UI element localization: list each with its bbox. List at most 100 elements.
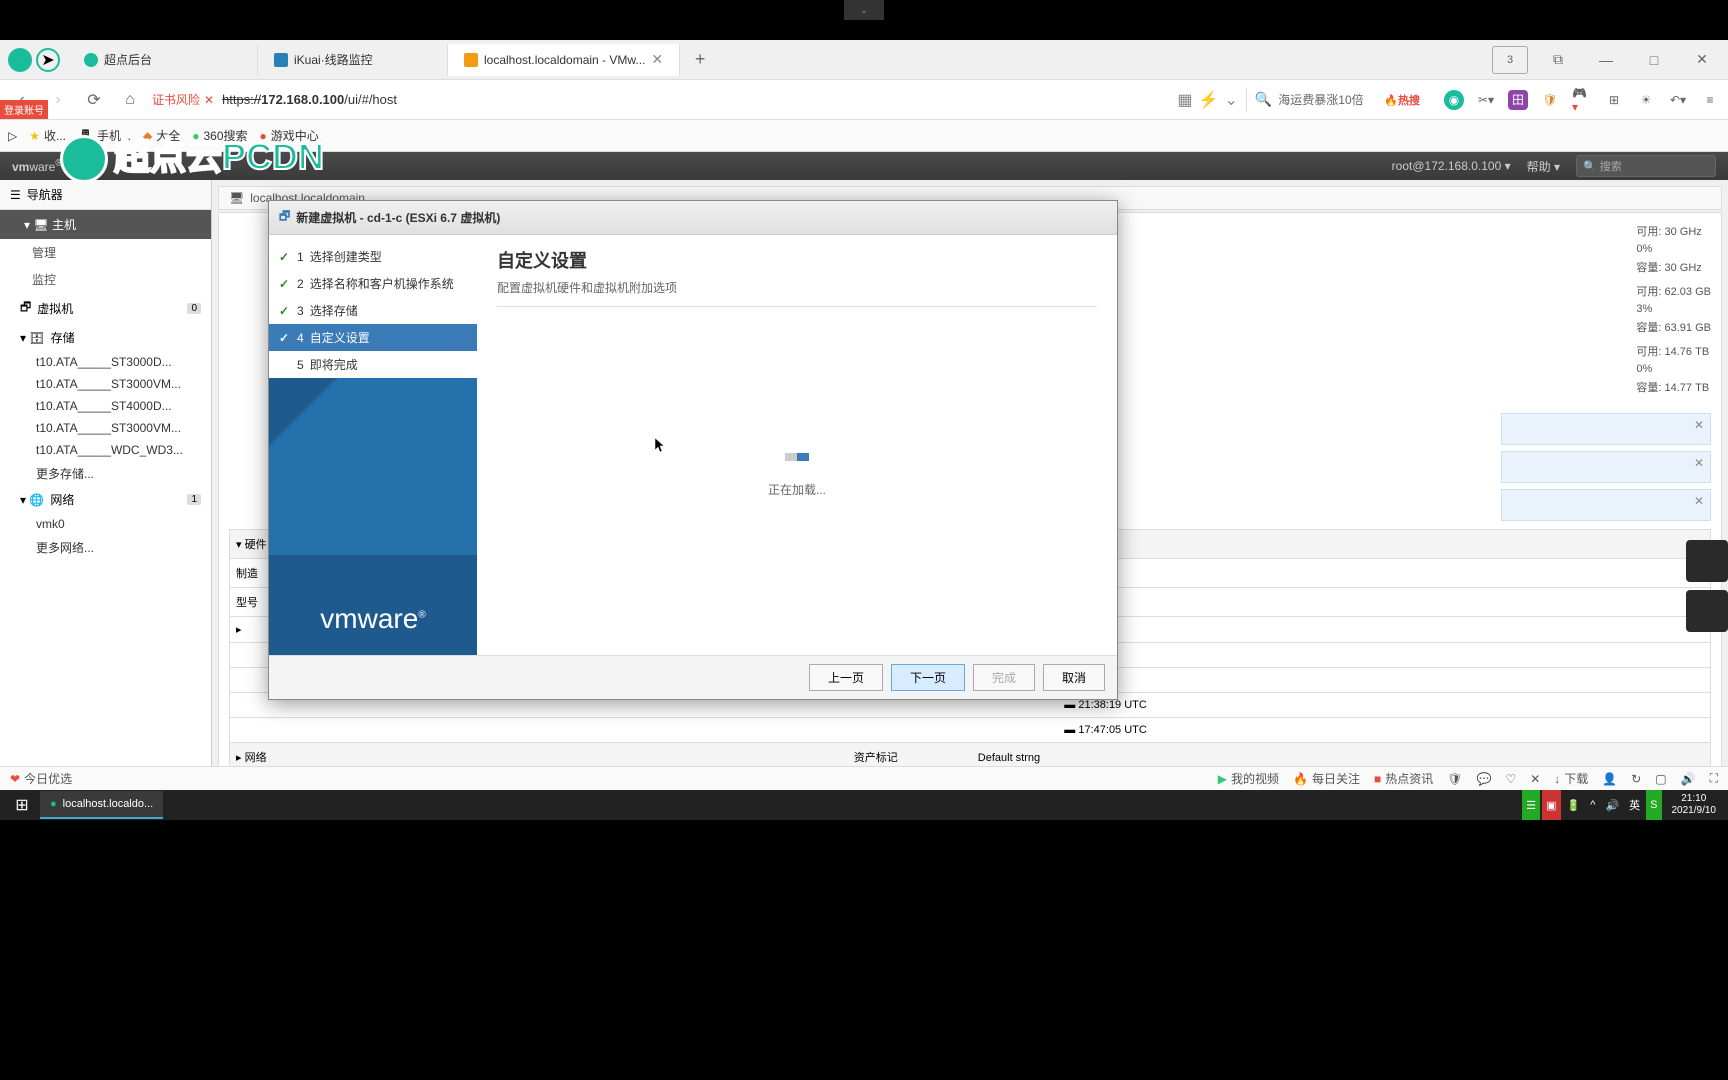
nav-datastore-0[interactable]: t10.ATA_____ST3000D... — [0, 351, 211, 373]
nav-vm[interactable]: 🗗 虚拟机 0 — [0, 293, 211, 324]
home-button[interactable]: ⌂ — [116, 86, 144, 114]
bookmark-sites[interactable]: ◆大全 — [143, 127, 180, 144]
tray-ime[interactable]: 英 — [1625, 790, 1644, 820]
tab-2[interactable]: localhost.localdomain - VMw... ✕ — [448, 44, 680, 76]
window-minimize-button[interactable]: — — [1588, 46, 1624, 74]
vmware-logo: vmware® ESXi™ — [12, 158, 103, 174]
nav-datastore-3[interactable]: t10.ATA_____ST3000VM... — [0, 417, 211, 439]
apps-icon[interactable]: ⊞ — [1604, 90, 1624, 110]
toolbar-icon-2[interactable]: 田 — [1508, 90, 1528, 110]
url-field[interactable]: https://172.168.0.100/ui/#/host — [222, 92, 397, 107]
tab-0[interactable]: 超点后台 — [68, 44, 258, 76]
nav-send-icon[interactable]: ➤ — [36, 48, 60, 72]
hot-news-button[interactable]: ■热点资讯 — [1374, 770, 1433, 787]
help-menu[interactable]: 帮助 ▾ — [1527, 158, 1560, 175]
network-count-badge: 1 — [187, 494, 201, 505]
sb-icon-4[interactable]: 👤 — [1602, 772, 1617, 786]
bookmark-mobile[interactable]: 📱手机... — [78, 127, 131, 144]
back-button[interactable]: 上一页 — [809, 664, 883, 691]
nav-manage[interactable]: 管理 — [0, 239, 211, 266]
tab-count-badge[interactable]: 3 — [1492, 46, 1528, 74]
url-dropdown-icon[interactable]: ⌄ — [1224, 90, 1237, 110]
new-tab-button[interactable]: + — [688, 48, 712, 72]
sb-icon-6[interactable]: ▢ — [1655, 772, 1666, 786]
daily-focus-button[interactable]: 🔥每日关注 — [1293, 770, 1360, 787]
window-maximize-button[interactable]: □ — [1636, 46, 1672, 74]
dialog-title-text: 新建虚拟机 - cd-1-c (ESXi 6.7 虚拟机) — [296, 209, 500, 226]
wizard-step-2[interactable]: ✓2 选择名称和客户机操作系统 — [269, 270, 477, 297]
qr-icon[interactable]: ▦ — [1177, 90, 1192, 110]
tray-icon-2[interactable]: 🔋 — [1563, 790, 1585, 820]
bookmark-gamecenter[interactable]: ●游戏中心 — [260, 127, 319, 144]
tray-chevron-icon[interactable]: ^ — [1586, 790, 1599, 820]
wizard-step-5: 5 即将完成 — [269, 351, 477, 378]
scissors-icon[interactable]: ✂▾ — [1476, 90, 1496, 110]
sb-icon-7[interactable]: 🔊 — [1681, 772, 1696, 786]
cert-warning[interactable]: 证书风险 ✕ — [152, 91, 214, 108]
start-button[interactable]: ⊞ — [4, 790, 40, 820]
close-icon[interactable]: ✕ — [1694, 456, 1704, 470]
nav-datastore-1[interactable]: t10.ATA_____ST3000VM... — [0, 373, 211, 395]
shield-icon[interactable]: 🛡 — [1540, 90, 1560, 110]
wizard-step-3[interactable]: ✓3 选择存储 — [269, 297, 477, 324]
tab-label: localhost.localdomain - VMw... — [484, 53, 645, 67]
cancel-button[interactable]: 取消 — [1043, 664, 1105, 691]
next-button[interactable]: 下一页 — [891, 664, 965, 691]
vmware-search-input[interactable]: 🔍 搜索 — [1576, 155, 1716, 177]
wizard-step-4[interactable]: ✓4 自定义设置 — [269, 324, 477, 351]
taskbar-clock[interactable]: 21:10 2021/9/10 — [1664, 793, 1725, 817]
nav-monitor[interactable]: 监控 — [0, 266, 211, 293]
forward-button[interactable]: › — [44, 86, 72, 114]
cert-close-icon[interactable]: ✕ — [204, 93, 214, 107]
sun-icon[interactable]: ☀ — [1636, 90, 1656, 110]
url-protocol: https:// — [222, 92, 261, 107]
floating-icon-0[interactable] — [1686, 540, 1728, 582]
today-picks[interactable]: 今日优选 — [24, 770, 72, 787]
my-video-button[interactable]: ▶我的视频 — [1218, 770, 1279, 787]
sb-icon-3[interactable]: ✕ — [1530, 772, 1540, 786]
reload-button[interactable]: ⟳ — [80, 86, 108, 114]
tray-icon-3[interactable]: S — [1646, 790, 1661, 820]
sb-icon-1[interactable]: 💬 — [1476, 772, 1491, 786]
nav-more-storage[interactable]: 更多存储... — [0, 461, 211, 486]
sb-icon-0[interactable]: 🛡 — [1447, 772, 1462, 786]
close-icon[interactable]: ✕ — [1694, 418, 1704, 432]
hw-time2: ▬ 17:47:05 UTC — [229, 717, 1711, 743]
bookmark-favorites[interactable]: ★收... — [29, 127, 66, 144]
nav-vmk0[interactable]: vmk0 — [0, 513, 211, 535]
tab-favicon-icon — [84, 53, 98, 67]
user-menu[interactable]: root@172.168.0.100 ▾ — [1392, 159, 1511, 173]
extension-icon[interactable]: ⧉ — [1540, 46, 1576, 74]
tab-1[interactable]: iKuai·线路监控 — [258, 44, 448, 76]
close-icon[interactable]: ✕ — [1694, 494, 1704, 508]
letterbox-dropdown[interactable]: ⌄ — [844, 0, 884, 20]
toolbar-icon-0[interactable]: ◉ — [1444, 90, 1464, 110]
tab-close-icon[interactable]: ✕ — [651, 51, 663, 68]
menu-icon[interactable]: ≡ — [1700, 90, 1720, 110]
sb-icon-8[interactable]: ⛶ — [1710, 771, 1718, 786]
tray-icon-0[interactable]: ☰ — [1522, 790, 1540, 820]
tray-icon-1[interactable]: ▣ — [1542, 790, 1560, 820]
nav-host[interactable]: ▾ 🖥 主机 — [0, 210, 211, 239]
window-close-button[interactable]: ✕ — [1684, 46, 1720, 74]
search-bar[interactable]: 🔍 海运费暴涨10倍 🔥热搜 — [1246, 87, 1428, 112]
sb-icon-5[interactable]: ↻ — [1631, 772, 1641, 786]
nav-network[interactable]: ▾ 🌐 网络1 — [0, 486, 211, 513]
taskbar-app[interactable]: ● localhost.localdo... — [40, 791, 163, 819]
sb-icon-2[interactable]: ♡ — [1505, 772, 1516, 786]
floating-icon-1[interactable] — [1686, 590, 1728, 632]
bookmark-toggle-icon[interactable]: ▷ — [8, 129, 17, 143]
lightning-icon[interactable]: ⚡ — [1199, 90, 1219, 110]
game-icon[interactable]: 🎮▾ — [1572, 90, 1592, 110]
login-badge[interactable]: 登录账号 — [0, 100, 48, 119]
bookmark-360search[interactable]: ●360搜索 — [192, 127, 247, 144]
nav-datastore-4[interactable]: t10.ATA_____WDC_WD3... — [0, 439, 211, 461]
wizard-step-1[interactable]: ✓1 选择创建类型 — [269, 243, 477, 270]
download-button[interactable]: ↓下载 — [1554, 770, 1588, 787]
undo-icon[interactable]: ↶▾ — [1668, 90, 1688, 110]
nav-storage[interactable]: ▾ 🗄 存储 — [0, 324, 211, 351]
nav-datastore-2[interactable]: t10.ATA_____ST4000D... — [0, 395, 211, 417]
vm-count-badge: 0 — [187, 303, 201, 314]
tray-volume-icon[interactable]: 🔊 — [1601, 790, 1623, 820]
nav-more-network[interactable]: 更多网络... — [0, 535, 211, 560]
